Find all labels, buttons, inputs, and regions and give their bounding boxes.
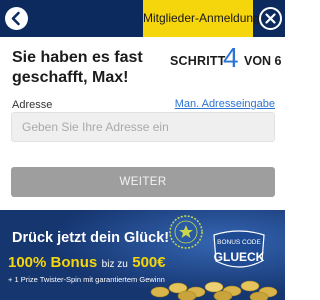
bonus-offer: 100% Bonus biz zu 500€ <box>8 254 166 272</box>
member-login-tab[interactable]: Mitglieder-Anmeldung <box>143 0 260 37</box>
close-icon[interactable] <box>258 6 283 31</box>
bonus-mid-text: biz zu <box>101 259 128 270</box>
manual-address-entry-link[interactable]: Man. Adresseingabe <box>175 98 275 110</box>
award-seal-icon <box>169 215 203 249</box>
banner-headline: Drück jetzt dein Glück! <box>12 230 170 246</box>
promo-banner[interactable]: BONUS CODE GLUECK Drück jetzt dein Glück… <box>0 210 285 300</box>
continue-button[interactable]: WEITER <box>11 167 275 197</box>
step-total-label: VON 6 <box>244 54 282 68</box>
top-bar: Mitglieder-Anmeldung <box>0 0 285 37</box>
twister-spin-text: + 1 Prize Twister-Spin mit garantiertem … <box>8 275 165 284</box>
chevron-left-icon <box>11 11 20 26</box>
address-input[interactable] <box>11 112 275 142</box>
page-title: Sie haben es fast geschafft, Max! <box>12 49 143 86</box>
address-label: Adresse <box>12 99 53 111</box>
bonus-percent: 100% Bonus <box>8 254 98 271</box>
step-current-number: 4 <box>223 42 239 73</box>
shield-badge-icon <box>213 230 265 268</box>
bonus-code-label: BONUS CODE <box>217 239 261 246</box>
step-label: SCHRITT <box>170 54 226 68</box>
bonus-amount: 500€ <box>132 254 166 271</box>
bonus-code-badge: BONUS CODE GLUECK <box>210 227 268 271</box>
bonus-code-value: GLUECK <box>213 250 265 264</box>
back-button[interactable] <box>5 7 28 30</box>
